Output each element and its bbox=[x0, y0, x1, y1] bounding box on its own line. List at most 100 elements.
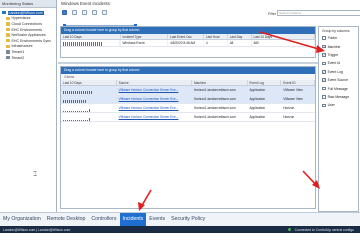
group-by-option[interactable]: ✓ Trigger bbox=[319, 51, 358, 59]
table-cell: Horizon1.landonvmilsum.com bbox=[193, 106, 236, 110]
group-by-option[interactable]: ✓ Machine bbox=[319, 42, 358, 50]
column-header[interactable]: Last Day bbox=[228, 34, 252, 39]
group-by-option[interactable]: Full Message bbox=[319, 84, 358, 92]
table-cell: Horizon bbox=[283, 115, 295, 119]
tab-security-policy[interactable]: Security Policy bbox=[168, 213, 208, 226]
group-by-option-label: Event Source bbox=[327, 78, 348, 83]
table-cell: Application bbox=[249, 115, 266, 119]
tab-events[interactable]: Events bbox=[146, 213, 168, 226]
sparkline-bar bbox=[88, 109, 91, 112]
folder-icon bbox=[6, 33, 10, 37]
status-connection: Connected to ControlUp central configu bbox=[285, 227, 360, 232]
group-by-option[interactable]: User bbox=[319, 101, 358, 109]
connected-icon bbox=[287, 227, 291, 231]
tree-item-label: EHC Environments bbox=[11, 27, 43, 32]
unchecked-checkbox[interactable] bbox=[322, 61, 326, 66]
back-icon[interactable] bbox=[72, 10, 77, 15]
group-by-option-label: Machine bbox=[327, 44, 341, 49]
table-cell: VMware View bbox=[283, 88, 303, 92]
table-cell: 480 bbox=[252, 40, 315, 46]
table-row[interactable]: VMware Horizon Connection Server Eve... H… bbox=[61, 113, 315, 122]
column-header[interactable]: Event Log bbox=[248, 80, 282, 85]
group-by-option[interactable]: Folder bbox=[319, 34, 358, 42]
group-by-option-label: Trigger bbox=[327, 52, 339, 57]
tree-item-label: Landon@Wilson.com bbox=[7, 10, 44, 15]
source-link[interactable]: VMware Horizon Connection Server Eve... bbox=[117, 104, 192, 112]
tree-header: Monitoring Status bbox=[0, 0, 56, 8]
table-cell: VMware View bbox=[283, 97, 303, 101]
group-by-option[interactable]: Raw Message bbox=[319, 93, 358, 101]
sparkline-bar bbox=[84, 100, 87, 103]
tree-item[interactable]: Tenant2 bbox=[0, 55, 56, 61]
column-header[interactable]: Last Event Occ bbox=[168, 34, 204, 39]
root-icon bbox=[2, 11, 6, 15]
page-title: Windows Event incidents bbox=[61, 1, 110, 6]
play-icon[interactable] bbox=[62, 10, 67, 15]
tab-my-organization[interactable]: My Organization bbox=[0, 213, 44, 226]
table-row[interactable]: VMware Horizon Connection Server Eve... H… bbox=[61, 86, 315, 95]
tree-item-label: Tenant2 bbox=[11, 55, 25, 60]
tab-controllers[interactable]: Controllers bbox=[88, 213, 119, 226]
column-header[interactable]: Source bbox=[117, 80, 192, 85]
splitter[interactable] bbox=[58, 62, 318, 64]
bottom-tab-bar: My Organization Remote Desktop Controllers… bbox=[0, 212, 360, 226]
group-by-drop-area[interactable]: Drag a column header here to group by th… bbox=[61, 27, 315, 34]
export-icon[interactable] bbox=[102, 10, 107, 15]
filter-input[interactable] bbox=[277, 10, 360, 16]
table-cell: 4 bbox=[204, 40, 228, 46]
refresh-icon[interactable] bbox=[92, 10, 97, 15]
folder-icon bbox=[6, 27, 10, 32]
column-header[interactable]: Event ID bbox=[281, 80, 315, 85]
column-header[interactable]: Last 10 Days bbox=[61, 34, 121, 39]
table-row[interactable]: Windows Event 4/8/2020 8:48 AM 4 48 480 bbox=[61, 40, 315, 47]
checked-checkbox[interactable]: ✓ bbox=[322, 69, 326, 74]
source-link[interactable]: VMware Horizon Connection Server Eve... bbox=[117, 86, 192, 94]
sparkline bbox=[61, 40, 121, 46]
group-by-option-label: User bbox=[327, 103, 335, 108]
group-by-option[interactable]: ✓ Event Log bbox=[319, 68, 358, 76]
filter-label: Filter bbox=[268, 12, 276, 16]
tree-panel: Monitoring Status Landon@Wilson.com Hyper… bbox=[0, 0, 57, 212]
table-cell: Application bbox=[249, 88, 266, 92]
sparkline bbox=[61, 113, 117, 121]
tab-remote-desktop[interactable]: Remote Desktop bbox=[44, 213, 89, 226]
column-header[interactable]: Last 10 Days bbox=[61, 80, 117, 85]
incidents-view: Windows Event incidents Filter Drag a co… bbox=[58, 0, 360, 212]
tree-list: Landon@Wilson.com Hypervisors Cloud Connec… bbox=[0, 8, 56, 60]
checked-checkbox[interactable]: ✓ bbox=[322, 53, 326, 57]
column-header[interactable]: Incident Type bbox=[121, 34, 169, 39]
group-by-option[interactable]: Event Id bbox=[319, 59, 358, 67]
column-header[interactable]: Last Hour bbox=[204, 34, 228, 39]
sparkline-bar bbox=[88, 118, 91, 121]
group-by-option-label: Full Message bbox=[327, 86, 348, 91]
tree-item-label: Cloud Connections bbox=[11, 21, 42, 26]
tree-item-label: NetScaler Appliances bbox=[11, 33, 46, 38]
unchecked-checkbox[interactable] bbox=[322, 36, 326, 40]
group-by-drop-area-2[interactable]: Drag a column header here to group by th… bbox=[61, 67, 315, 74]
column-header[interactable]: Machine bbox=[192, 80, 248, 85]
tree-item-label: Hypervisors bbox=[11, 16, 31, 21]
tab-incidents[interactable]: Incidents bbox=[119, 213, 147, 226]
group-by-option[interactable]: ✓ Event Source bbox=[319, 76, 358, 84]
status-bar: Landon@Wilson.com | Landon@Wilson.com Co… bbox=[0, 226, 360, 233]
toolbar bbox=[60, 9, 140, 29]
mouse-cursor-icon: ⌶ bbox=[33, 171, 38, 178]
folder-icon bbox=[6, 39, 10, 43]
unchecked-checkbox[interactable] bbox=[322, 103, 326, 108]
tree-item-label: Tenant1 bbox=[11, 49, 25, 54]
source-link[interactable]: VMware Horizon Connection Server Eve... bbox=[117, 113, 192, 121]
checked-checkbox[interactable]: ✓ bbox=[322, 78, 326, 82]
forward-icon[interactable] bbox=[82, 10, 87, 15]
column-header[interactable]: Last 10 Days bbox=[252, 34, 315, 39]
unchecked-checkbox[interactable] bbox=[322, 86, 326, 91]
source-link[interactable]: VMware Horizon Connection Server Eve... bbox=[117, 95, 192, 103]
app-window: Monitoring Status Landon@Wilson.com Hyper… bbox=[0, 0, 360, 233]
table-row[interactable]: VMware Horizon Connection Server Eve... H… bbox=[61, 104, 315, 113]
status-user: Landon@Wilson.com | Landon@Wilson.com bbox=[3, 227, 71, 232]
group-by-panel: Group by columns Folder ✓ Machine ✓ Trigger E… bbox=[318, 26, 359, 212]
table-row[interactable]: VMware Horizon Connection Server Eve... H… bbox=[61, 95, 315, 104]
unchecked-checkbox[interactable] bbox=[322, 95, 326, 99]
table-cell: 4/8/2020 8:48 AM bbox=[168, 40, 204, 46]
checked-checkbox[interactable]: ✓ bbox=[322, 44, 326, 49]
sparkline bbox=[61, 95, 117, 103]
